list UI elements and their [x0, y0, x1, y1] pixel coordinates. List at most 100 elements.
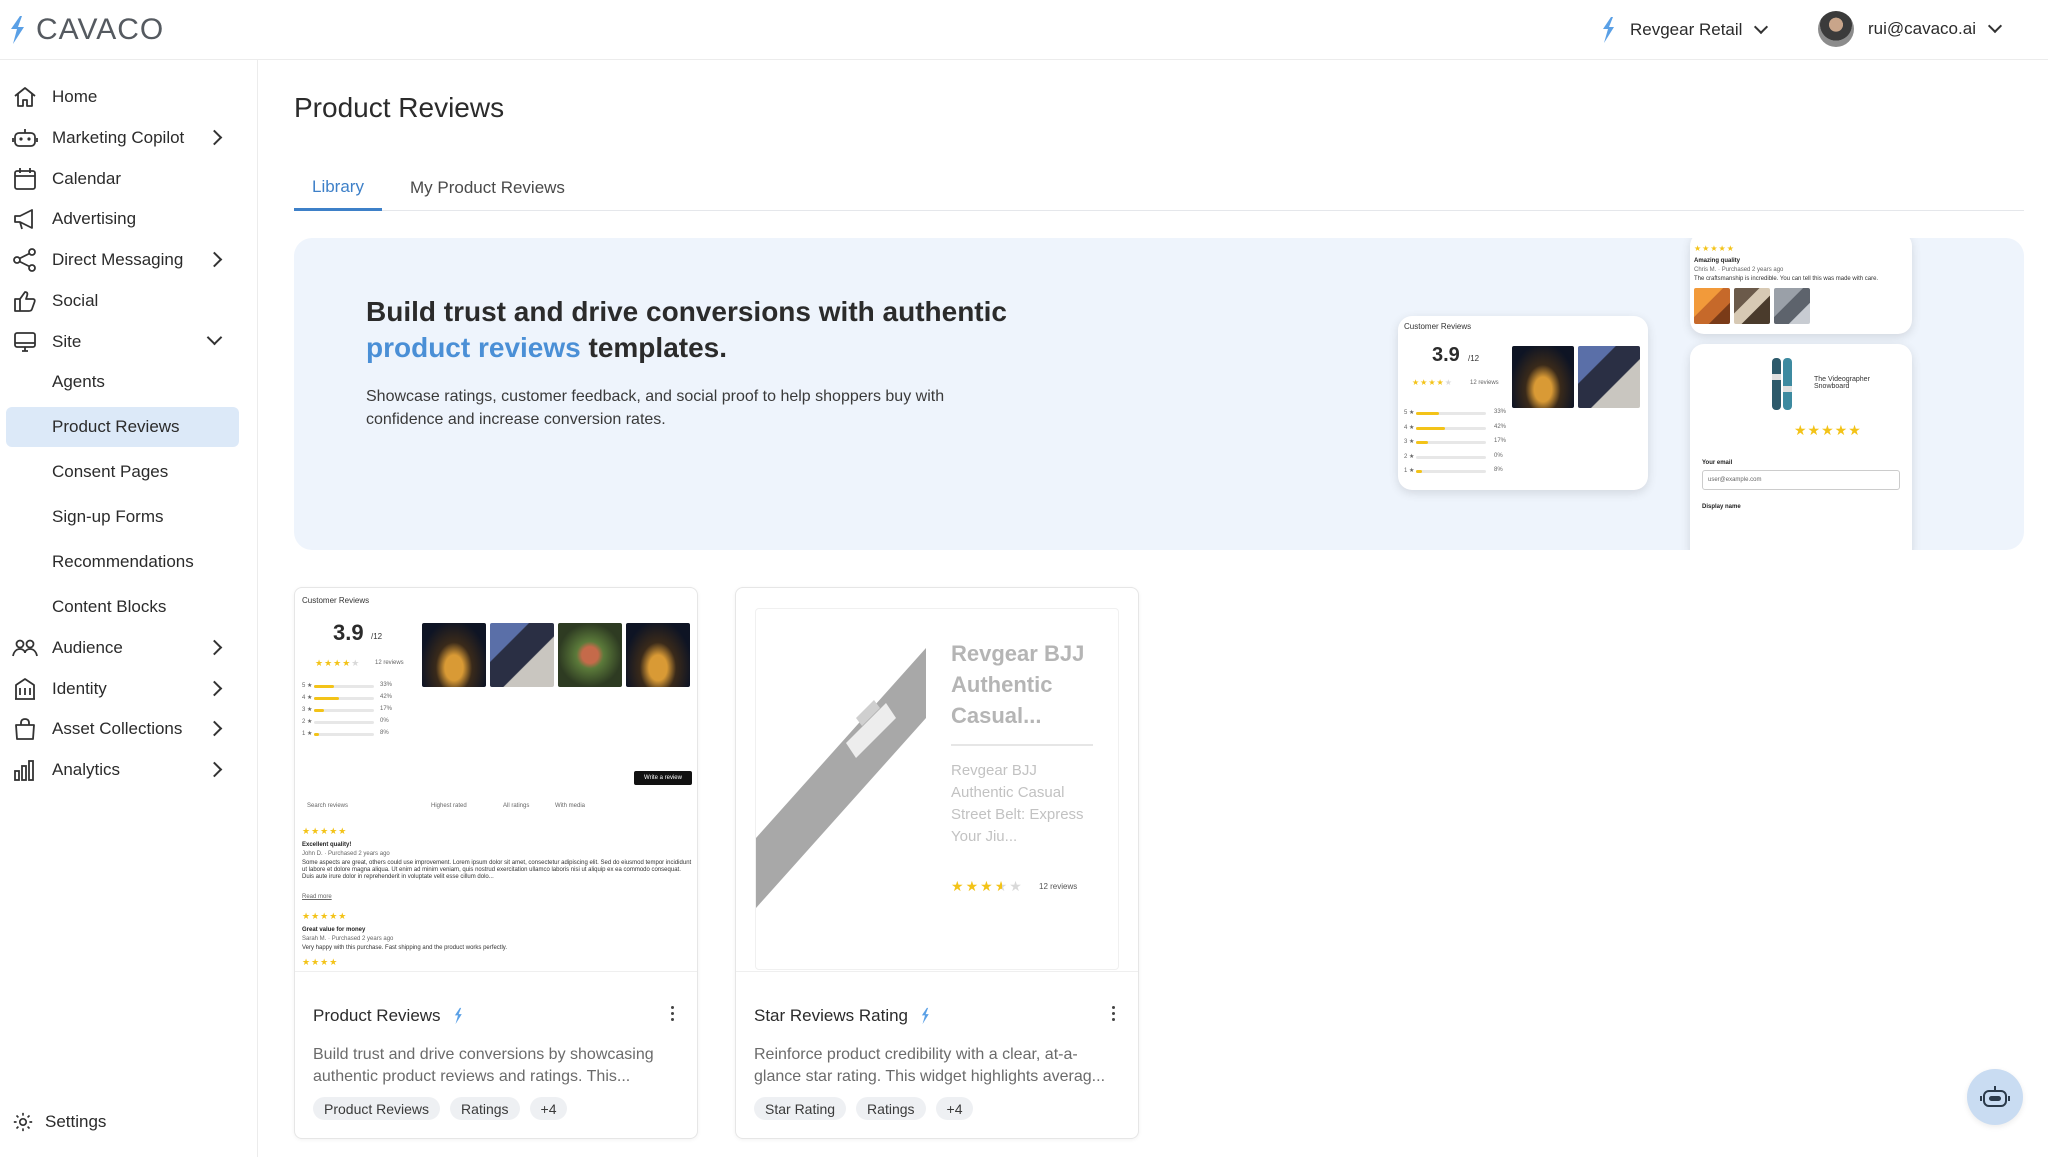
tab-library[interactable]: Library: [294, 165, 382, 211]
chevron-right-icon[interactable]: [206, 680, 223, 697]
template-card-star-reviews-rating[interactable]: Revgear BJJ Authentic Casual... Revgear …: [735, 587, 1139, 1139]
star-full: ★: [951, 878, 966, 894]
tag-chip-more[interactable]: +4: [529, 1097, 568, 1120]
sidebar-item-analytics[interactable]: Analytics: [0, 750, 258, 790]
chevron-right-icon[interactable]: [206, 129, 223, 146]
review-photo: [1694, 288, 1730, 324]
more-options-icon[interactable]: [1112, 1006, 1116, 1022]
org-name: Revgear Retail: [1630, 20, 1743, 39]
sidebar-subitem-content-blocks[interactable]: Content Blocks: [6, 587, 239, 627]
chevron-right-icon[interactable]: [206, 251, 223, 268]
sidebar-item-audience[interactable]: Audience: [0, 628, 258, 668]
sidebar-item-site[interactable]: Site: [0, 322, 258, 362]
gear-icon: [13, 1112, 33, 1132]
sort-select[interactable]: Highest rated: [431, 803, 467, 809]
sidebar-subitem-product-reviews[interactable]: Product Reviews: [6, 407, 239, 447]
assistant-chat-button[interactable]: [1967, 1069, 2023, 1125]
hero-preview-summary: Customer Reviews 3.9 /12 ★★★★★ 12 review…: [1398, 316, 1648, 490]
star-full: ★: [965, 878, 981, 894]
chevron-down-icon[interactable]: [206, 329, 223, 346]
brand-name: CAVACO: [36, 13, 165, 46]
write-review-button[interactable]: Write a review: [634, 771, 692, 785]
summary-rating: 3.9: [1432, 344, 1460, 366]
rating-bar: [1416, 470, 1486, 473]
rating-bar: [314, 733, 374, 736]
rating-bar-fill: [1416, 412, 1440, 415]
chevron-right-icon[interactable]: [206, 720, 223, 737]
sidebar-subitem-sign-up-forms[interactable]: Sign-up Forms: [6, 497, 239, 537]
star-empty: ★: [1009, 878, 1024, 894]
rating-bar: [314, 685, 374, 688]
more-options-icon[interactable]: [671, 1006, 675, 1022]
card-preview: Customer Reviews 3.9 /12 ★★★★★ 12 review…: [295, 588, 697, 972]
sidebar-item-asset-collections[interactable]: Asset Collections: [0, 709, 258, 749]
product-description: Revgear BJJ Authentic Casual Street Belt…: [951, 762, 1084, 845]
rating-row-label: 4 ★: [302, 695, 313, 701]
rating-bar-fill: [314, 685, 334, 688]
rating-filter-select[interactable]: All ratings: [503, 803, 529, 809]
sidebar: Home Marketing Copilot Calendar Advertis…: [0, 60, 258, 1157]
rating-bar: [1416, 426, 1486, 430]
star-rating: ★★★★: [302, 957, 339, 967]
calendar-icon: [14, 168, 36, 190]
rating-bar-fill: [1416, 441, 1428, 444]
rating-bar: [314, 721, 374, 724]
cavaco-logo-icon: [454, 1007, 462, 1025]
building-icon: [15, 678, 35, 700]
star-rating: ★★★★★: [1694, 244, 1735, 253]
chevron-down-icon: [1987, 18, 2003, 34]
sidebar-item-social[interactable]: Social: [0, 281, 258, 321]
read-more-link[interactable]: Read more: [302, 894, 332, 900]
sidebar-item-settings[interactable]: Settings: [0, 1102, 258, 1142]
review-photo: [558, 623, 622, 687]
org-switcher[interactable]: Revgear Retail: [1600, 8, 1769, 52]
sidebar-subitem-recommendations[interactable]: Recommendations: [6, 542, 239, 582]
sidebar-item-direct-messaging[interactable]: Direct Messaging: [0, 240, 258, 280]
search-reviews-input[interactable]: Search reviews: [307, 803, 348, 809]
brand-logo[interactable]: CAVACO: [8, 8, 164, 52]
template-card-product-reviews[interactable]: Customer Reviews 3.9 /12 ★★★★★ 12 review…: [294, 587, 698, 1139]
sidebar-item-identity[interactable]: Identity: [0, 669, 258, 709]
rating-bar-fill: [314, 733, 319, 736]
sidebar-item-marketing-copilot[interactable]: Marketing Copilot: [0, 118, 258, 158]
sidebar-item-home[interactable]: Home: [0, 77, 258, 117]
sidebar-item-calendar[interactable]: Calendar: [0, 159, 258, 199]
review-photo: [422, 623, 486, 687]
tag-chip: Ratings: [856, 1097, 926, 1120]
card-description: Reinforce product credibility with a cle…: [754, 1046, 1106, 1085]
chevron-right-icon[interactable]: [206, 761, 223, 778]
sidebar-subitem-consent-pages[interactable]: Consent Pages: [6, 452, 239, 492]
review-author: Chris M. · Purchased 2 years ago: [1694, 267, 1784, 273]
tab-bar: Library My Product Reviews: [294, 165, 2024, 211]
with-media-checkbox[interactable]: With media: [555, 803, 585, 809]
tab-my-product-reviews[interactable]: My Product Reviews: [392, 165, 583, 211]
chevron-down-icon: [1754, 19, 1769, 35]
snowboard-image: [1772, 358, 1792, 410]
sidebar-subitem-agents[interactable]: Agents: [6, 362, 239, 402]
share-icon: [13, 248, 36, 272]
review-photo: [1774, 288, 1810, 324]
robot-icon: [1980, 1086, 2010, 1107]
rating-row-percent: 17%: [1494, 438, 1507, 444]
chevron-right-icon[interactable]: [206, 639, 223, 656]
hero-banner: Build trust and drive conversions with a…: [294, 238, 2024, 550]
sidebar-item-advertising[interactable]: Advertising: [0, 199, 258, 239]
rating-row-percent: 8%: [1494, 467, 1503, 473]
email-field[interactable]: user@example.com: [1702, 470, 1900, 490]
megaphone-icon: [14, 209, 33, 230]
tag-chip-more[interactable]: +4: [935, 1097, 974, 1120]
star-rating: ★★★★★: [951, 878, 1024, 895]
belt-image: [756, 648, 926, 908]
org-logo-icon: [1603, 17, 1614, 43]
star-rating: ★★★★★: [302, 911, 348, 921]
rating-row-label: 2 ★: [302, 719, 313, 725]
rating-row-percent: 33%: [380, 682, 393, 688]
rating-bar: [1416, 412, 1486, 415]
rating-bar: [1416, 455, 1486, 459]
product-title: Revgear BJJ Authentic Casual...: [951, 641, 1085, 728]
rating-bar: [314, 709, 374, 712]
cavaco-logo-icon: [11, 16, 24, 44]
user-menu[interactable]: rui@cavaco.ai: [1818, 4, 2003, 54]
star-rating-input[interactable]: ★★★★★: [1794, 422, 1862, 439]
hero-subtitle: Showcase ratings, customer feedback, and…: [366, 388, 945, 428]
